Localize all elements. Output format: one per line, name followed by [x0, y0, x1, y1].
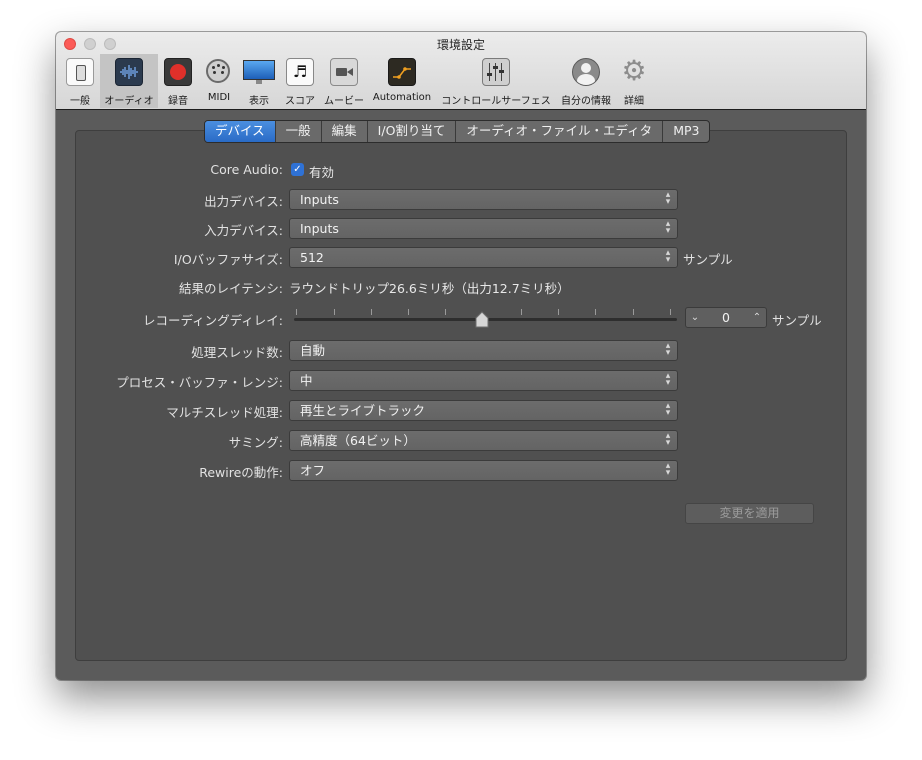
tab-mp3[interactable]: MP3: [663, 121, 709, 142]
latency-value: ラウンドトリップ26.6ミリ秒（出力12.7ミリ秒）: [289, 281, 570, 296]
recording-delay-unit: サンプル: [772, 313, 822, 328]
toolbar-item-movie[interactable]: ムービー: [322, 54, 366, 108]
io-buffer-label: I/Oバッファサイズ:: [173, 252, 283, 267]
slider-tick: [296, 309, 297, 315]
multithreading-label: マルチスレッド処理:: [166, 405, 283, 420]
waveform-icon: [115, 58, 143, 86]
processing-threads-select[interactable]: 自動 ▴ ▾: [289, 340, 678, 361]
output-device-select[interactable]: Inputs ▴ ▾: [289, 189, 678, 210]
tab-audio-file-editor[interactable]: オーディオ・ファイル・エディタ: [456, 121, 664, 142]
chevron-updown-icon: ▴ ▾: [665, 431, 671, 448]
chevron-updown-icon: ▴ ▾: [665, 371, 671, 388]
tab-bar: デバイス 一般 編集 I/O割り当て オーディオ・ファイル・エディタ MP3: [204, 120, 711, 143]
window-title: 環境設定: [436, 38, 485, 52]
processing-threads-value: 自動: [300, 343, 326, 358]
input-device-select[interactable]: Inputs ▴ ▾: [289, 218, 678, 239]
user-icon: [572, 58, 600, 86]
apply-changes-button[interactable]: 変更を適用: [685, 503, 814, 524]
rewire-select[interactable]: オフ ▴ ▾: [289, 460, 678, 481]
toolbar: 環境設定 一般 オーディオ 録音 MIDI 表示 ♬ スコア ムービー Auto…: [56, 32, 866, 110]
record-icon: [164, 58, 192, 86]
slider-tick: [445, 309, 446, 315]
io-buffer-select[interactable]: 512 ▴ ▾: [289, 247, 678, 268]
process-buffer-range-select[interactable]: 中 ▴ ▾: [289, 370, 678, 391]
rewire-label: Rewireの動作:: [199, 465, 283, 480]
tab-devices[interactable]: デバイス: [205, 121, 276, 142]
slider-tick: [633, 309, 634, 315]
process-buffer-range-value: 中: [300, 373, 313, 388]
chevron-up-icon[interactable]: ⌃: [748, 308, 766, 327]
tab-general[interactable]: 一般: [276, 121, 322, 142]
chevron-updown-icon: ▴ ▾: [665, 190, 671, 207]
chevron-updown-icon: ▴ ▾: [665, 401, 671, 418]
summing-label: サミング:: [228, 435, 283, 450]
tab-io-assignments[interactable]: I/O割り当て: [368, 121, 457, 142]
display-icon: [243, 58, 275, 86]
latency-label: 結果のレイテンシ:: [179, 281, 283, 296]
toolbar-item-my-info[interactable]: 自分の情報: [560, 54, 612, 108]
chevron-updown-icon: ▴ ▾: [665, 219, 671, 236]
faders-icon: [482, 58, 510, 86]
slider-tick: [408, 309, 409, 315]
score-icon: ♬: [286, 58, 314, 86]
slider-tick: [558, 309, 559, 315]
processing-threads-label: 処理スレッド数:: [191, 345, 283, 360]
preferences-window: 環境設定 一般 オーディオ 録音 MIDI 表示 ♬ スコア ムービー Auto…: [56, 32, 866, 680]
core-audio-value: 有効: [309, 165, 335, 180]
gear-icon: ⚙: [621, 54, 647, 87]
io-buffer-unit: サンプル: [683, 252, 733, 267]
slider-tick: [371, 309, 372, 315]
input-device-value: Inputs: [300, 221, 339, 236]
midi-port-icon: [205, 58, 233, 86]
movie-camera-icon: [330, 58, 358, 86]
recording-delay-label: レコーディングディレイ:: [143, 313, 283, 328]
input-device-label: 入力デバイス:: [204, 223, 283, 238]
slider-thumb[interactable]: [475, 311, 489, 328]
recording-delay-value[interactable]: 0: [704, 308, 748, 327]
output-device-label: 出力デバイス:: [204, 194, 283, 209]
tab-editing[interactable]: 編集: [322, 121, 368, 142]
multithreading-value: 再生とライブトラック: [300, 403, 426, 418]
summing-select[interactable]: 高精度（64ビット） ▴ ▾: [289, 430, 678, 451]
summing-value: 高精度（64ビット）: [300, 433, 416, 448]
slider-tick: [521, 309, 522, 315]
core-audio-label: Core Audio:: [210, 162, 283, 177]
slider-tick: [334, 309, 335, 315]
toolbar-item-control-surfaces[interactable]: コントロールサーフェス: [441, 54, 551, 108]
slider-tick: [670, 309, 671, 315]
slider-tick: [595, 309, 596, 315]
toolbar-item-automation[interactable]: Automation: [372, 54, 432, 108]
io-buffer-value: 512: [300, 250, 324, 265]
core-audio-checkbox[interactable]: ✓: [291, 163, 304, 176]
output-device-value: Inputs: [300, 192, 339, 207]
chevron-down-icon[interactable]: ⌄: [686, 308, 704, 327]
toolbar-item-advanced[interactable]: ⚙ 詳細: [616, 54, 652, 108]
switch-icon: [66, 58, 94, 86]
automation-icon: [388, 58, 416, 86]
chevron-updown-icon: ▴ ▾: [665, 341, 671, 358]
recording-delay-stepper[interactable]: ⌄ 0 ⌃: [685, 307, 767, 328]
rewire-value: オフ: [300, 463, 326, 478]
multithreading-select[interactable]: 再生とライブトラック ▴ ▾: [289, 400, 678, 421]
chevron-updown-icon: ▴ ▾: [665, 248, 671, 265]
process-buffer-range-label: プロセス・バッファ・レンジ:: [116, 375, 283, 390]
chevron-updown-icon: ▴ ▾: [665, 461, 671, 478]
